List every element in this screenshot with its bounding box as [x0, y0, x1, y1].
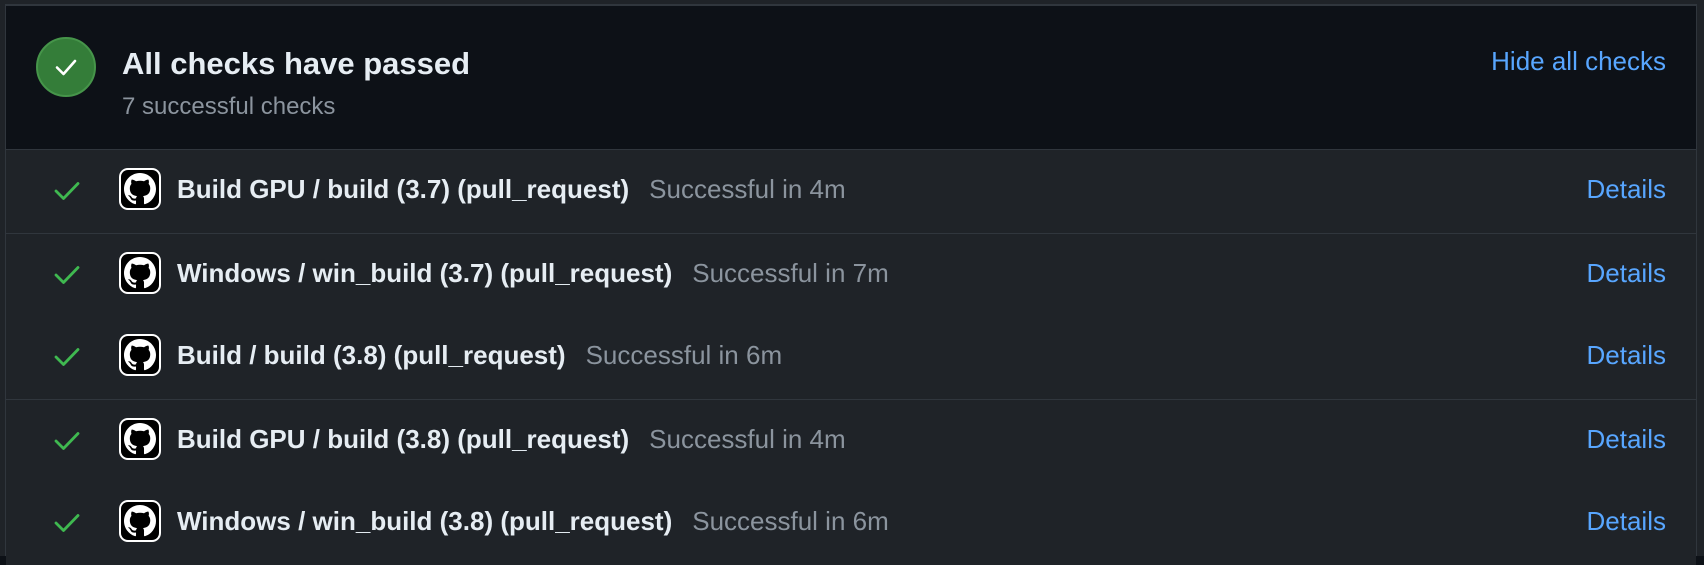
hide-all-checks-link[interactable]: Hide all checks	[1491, 46, 1666, 77]
details-link[interactable]: Details	[1587, 340, 1666, 371]
check-row: Build GPU / build (3.7) (pull_request) Su…	[6, 150, 1696, 233]
check-status: Successful in 4m	[649, 424, 846, 454]
github-icon	[124, 173, 156, 205]
check-status: Successful in 7m	[692, 258, 889, 288]
github-icon	[124, 257, 156, 289]
details-link[interactable]: Details	[1587, 424, 1666, 455]
github-actions-avatar	[119, 252, 161, 294]
check-name: Build GPU / build (3.8) (pull_request)	[177, 424, 630, 454]
details-link[interactable]: Details	[1587, 258, 1666, 289]
checks-title: All checks have passed	[122, 46, 471, 81]
success-status-icon	[36, 37, 96, 97]
github-icon	[124, 339, 156, 371]
github-actions-avatar	[119, 500, 161, 542]
checks-list: Build GPU / build (3.7) (pull_request) Su…	[6, 150, 1696, 565]
check-row: Windows / win_build (3.7) (pull_request)…	[6, 233, 1696, 316]
check-name: Windows / win_build (3.8) (pull_request)	[177, 506, 673, 536]
github-icon	[124, 423, 156, 455]
check-icon	[54, 348, 80, 366]
checks-subtitle: 7 successful checks	[122, 93, 336, 120]
check-status: Successful in 6m	[585, 340, 783, 370]
checks-frame: All checks have passed 7 successful chec…	[0, 0, 1704, 565]
checks-panel: All checks have passed 7 successful chec…	[5, 4, 1697, 565]
github-actions-avatar	[119, 168, 161, 210]
check-name: Windows / win_build (3.7) (pull_request)	[177, 258, 673, 288]
check-icon	[54, 432, 80, 450]
check-icon	[54, 182, 80, 200]
check-row: Build / build (3.8) (pull_request) Succes…	[6, 316, 1696, 399]
details-link[interactable]: Details	[1587, 174, 1666, 205]
details-link[interactable]: Details	[1587, 506, 1666, 537]
check-icon	[55, 59, 77, 76]
check-icon	[54, 514, 80, 532]
check-name: Build GPU / build (3.7) (pull_request)	[177, 174, 630, 204]
check-row: Windows / win_build (3.8) (pull_request)…	[6, 482, 1696, 565]
checks-header: All checks have passed 7 successful chec…	[6, 6, 1696, 150]
check-row: Build GPU / build (3.8) (pull_request) Su…	[6, 399, 1696, 482]
check-name: Build / build (3.8) (pull_request)	[177, 340, 566, 370]
check-status: Successful in 6m	[692, 506, 889, 536]
github-actions-avatar	[119, 334, 161, 376]
github-icon	[124, 505, 156, 537]
check-icon	[54, 266, 80, 284]
check-status: Successful in 4m	[649, 174, 846, 204]
github-actions-avatar	[119, 418, 161, 460]
